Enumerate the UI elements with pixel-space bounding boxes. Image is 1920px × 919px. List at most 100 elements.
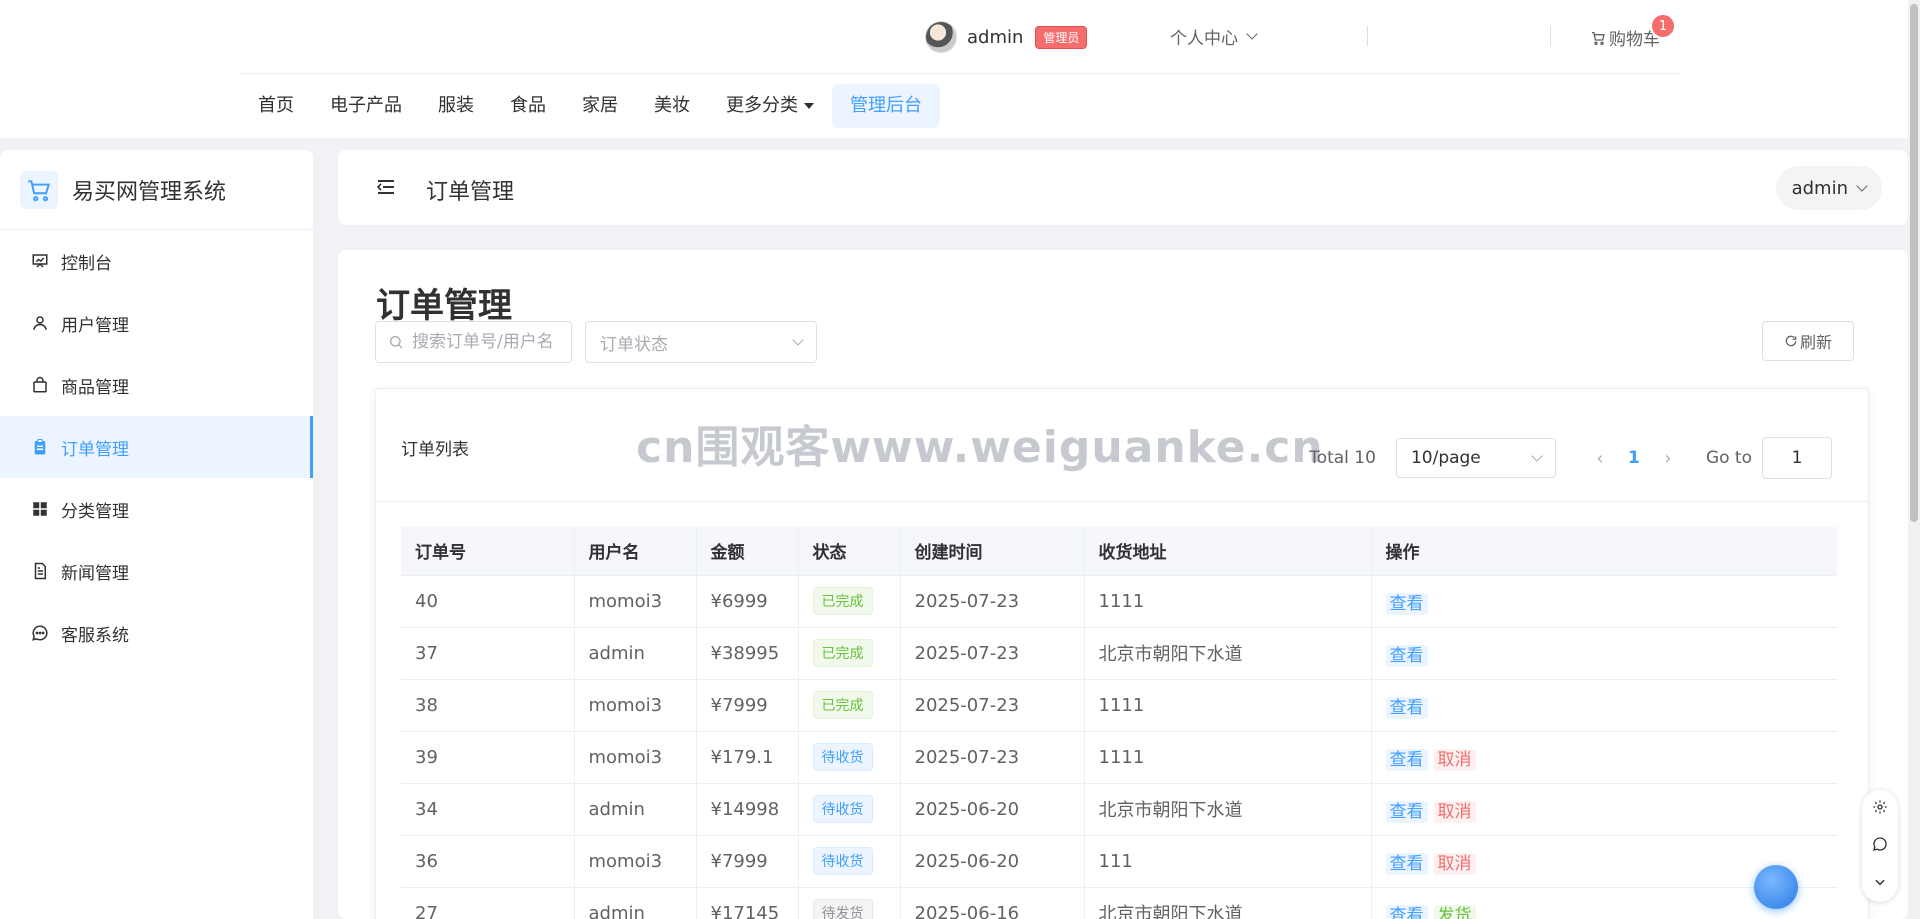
- amount-cell: ¥17145: [696, 887, 799, 919]
- column-header[interactable]: 操作: [1371, 527, 1837, 576]
- brand-title: 易买网管理系统: [72, 179, 227, 205]
- view-order-button[interactable]: 查看: [1385, 644, 1428, 667]
- personal-center-dropdown[interactable]: 个人中心: [1170, 24, 1258, 49]
- search-field[interactable]: [375, 321, 572, 363]
- amount-cell: ¥14998: [696, 783, 799, 836]
- view-order-button[interactable]: 查看: [1385, 852, 1428, 875]
- refresh-button[interactable]: 刷新: [1762, 321, 1854, 361]
- table-row: 34 admin ¥14998 待收货 2025-06-20 北京市朝阳下水道 查看 取消: [401, 783, 1837, 836]
- goto-page-input[interactable]: 1: [1762, 437, 1832, 479]
- sidebar-item-products[interactable]: 商品管理: [0, 354, 313, 416]
- amount-cell: ¥179.1: [696, 731, 799, 784]
- actions-cell: 查看: [1371, 575, 1837, 628]
- view-order-button[interactable]: 查看: [1385, 800, 1428, 823]
- avatar[interactable]: [925, 21, 957, 53]
- nav-item-food[interactable]: 食品: [492, 84, 564, 128]
- order-list-title: 订单列表: [401, 440, 469, 460]
- column-header[interactable]: 订单号: [401, 527, 575, 576]
- address-cell: 北京市朝阳下水道: [1084, 887, 1372, 919]
- address-cell: 1111: [1084, 679, 1372, 732]
- page-scrollbar[interactable]: [1908, 0, 1920, 919]
- view-order-button[interactable]: 查看: [1385, 904, 1428, 919]
- view-order-button[interactable]: 查看: [1385, 748, 1428, 771]
- nav-item-admin[interactable]: 管理后台: [832, 84, 940, 128]
- cancel-order-button[interactable]: 取消: [1433, 852, 1476, 875]
- view-order-button[interactable]: 查看: [1385, 592, 1428, 615]
- content-header: 订单管理 admin: [338, 150, 1908, 225]
- nav-item-electronics[interactable]: 电子产品: [312, 84, 420, 128]
- status-cell: 已完成: [798, 679, 901, 732]
- order-list-header: 订单列表 cn围观客www.weiguanke.cn Total 10 10/p…: [376, 389, 1868, 502]
- goto-label: Go to: [1705, 448, 1752, 468]
- order-id-cell: 38: [401, 679, 575, 732]
- table-row: 39 momoi3 ¥179.1 待收货 2025-07-23 1111 查看 取消: [401, 731, 1837, 784]
- sidebar-item-dashboard[interactable]: 控制台: [0, 230, 313, 292]
- current-page[interactable]: 1: [1616, 448, 1652, 468]
- order-id-cell: 39: [401, 731, 575, 784]
- cart-count-badge: 1: [1650, 13, 1676, 39]
- sidebar-item-label: 用户管理: [61, 315, 129, 336]
- status-badge: 待收货: [812, 795, 873, 823]
- scrollbar-thumb[interactable]: [1910, 4, 1918, 522]
- divider: [1550, 26, 1551, 46]
- order-table-wrap: 订单号 用户名 金额 状态 创建时间 收货地址 操作 40 momoi3 ¥6999…: [401, 527, 1837, 919]
- order-id-cell: 37: [401, 627, 575, 680]
- next-page-icon[interactable]: ›: [1652, 448, 1684, 469]
- cancel-order-button[interactable]: 取消: [1433, 800, 1476, 823]
- nav-item-home[interactable]: 首页: [240, 84, 312, 128]
- actions-cell: 查看 取消: [1371, 783, 1837, 836]
- sidebar-item-orders[interactable]: 订单管理: [0, 416, 313, 478]
- page-size-value: 10/page: [1410, 448, 1481, 468]
- sidebar-item-customer-service[interactable]: 客服系统: [0, 602, 313, 664]
- status-select[interactable]: 订单状态: [585, 321, 817, 363]
- column-header[interactable]: 金额: [696, 527, 799, 576]
- cancel-order-button[interactable]: 取消: [1433, 748, 1476, 771]
- sidebar-item-news[interactable]: 新闻管理: [0, 540, 313, 602]
- document-icon: [30, 561, 50, 581]
- prev-page-icon[interactable]: ‹: [1584, 448, 1616, 469]
- column-header[interactable]: 状态: [798, 527, 901, 576]
- user-info[interactable]: admin 管理员: [925, 20, 1088, 54]
- order-id-cell: 40: [401, 575, 575, 628]
- pagination: Total 10 10/page ‹ 1 › Go to 1: [1309, 437, 1832, 479]
- message-icon[interactable]: [1872, 836, 1888, 856]
- nav-item-home-goods[interactable]: 家居: [564, 84, 636, 128]
- nav-item-beauty[interactable]: 美妆: [636, 84, 708, 128]
- column-header[interactable]: 用户名: [574, 527, 697, 576]
- status-cell: 待收货: [798, 731, 901, 784]
- collapse-menu-icon[interactable]: [376, 178, 396, 200]
- amount-cell: ¥7999: [696, 835, 799, 888]
- page-size-select[interactable]: 10/page: [1395, 438, 1556, 478]
- search-input[interactable]: [412, 332, 562, 352]
- status-cell: 待收货: [798, 835, 901, 888]
- assistant-ball-icon[interactable]: [1754, 865, 1798, 909]
- actions-cell: 查看 取消: [1371, 731, 1837, 784]
- cart-icon: [1592, 31, 1605, 45]
- caret-down-icon: [804, 103, 814, 109]
- sidebar-item-label: 订单管理: [61, 439, 129, 460]
- sidebar-item-label: 商品管理: [61, 377, 129, 398]
- username-cell: admin: [574, 887, 697, 919]
- chevron-down-icon[interactable]: [1873, 874, 1887, 893]
- category-nav: 首页 电子产品 服装 食品 家居 美妆 更多分类 管理后台: [240, 84, 940, 128]
- status-badge: 已完成: [812, 587, 873, 615]
- sidebar-item-categories[interactable]: 分类管理: [0, 478, 313, 540]
- sidebar-item-users[interactable]: 用户管理: [0, 292, 313, 354]
- brand: 易买网管理系统: [0, 150, 313, 230]
- column-header[interactable]: 创建时间: [900, 527, 1085, 576]
- settings-gear-icon[interactable]: [1872, 799, 1888, 819]
- ship-order-button[interactable]: 发货: [1433, 904, 1476, 919]
- column-header[interactable]: 收货地址: [1084, 527, 1372, 576]
- status-badge: 待收货: [812, 743, 873, 771]
- user-icon: [30, 313, 50, 333]
- refresh-icon: [1785, 335, 1797, 347]
- username-cell: momoi3: [574, 679, 697, 732]
- nav-item-more-categories[interactable]: 更多分类: [708, 84, 832, 128]
- admin-user-menu[interactable]: admin: [1775, 166, 1882, 210]
- view-order-button[interactable]: 查看: [1385, 696, 1428, 719]
- divider: [1367, 26, 1368, 46]
- table-row: 27 admin ¥17145 待发货 2025-06-16 北京市朝阳下水道 查看 发货: [401, 887, 1837, 919]
- nav-item-clothing[interactable]: 服装: [420, 84, 492, 128]
- actions-cell: 查看: [1371, 679, 1837, 732]
- chat-icon: [30, 623, 50, 643]
